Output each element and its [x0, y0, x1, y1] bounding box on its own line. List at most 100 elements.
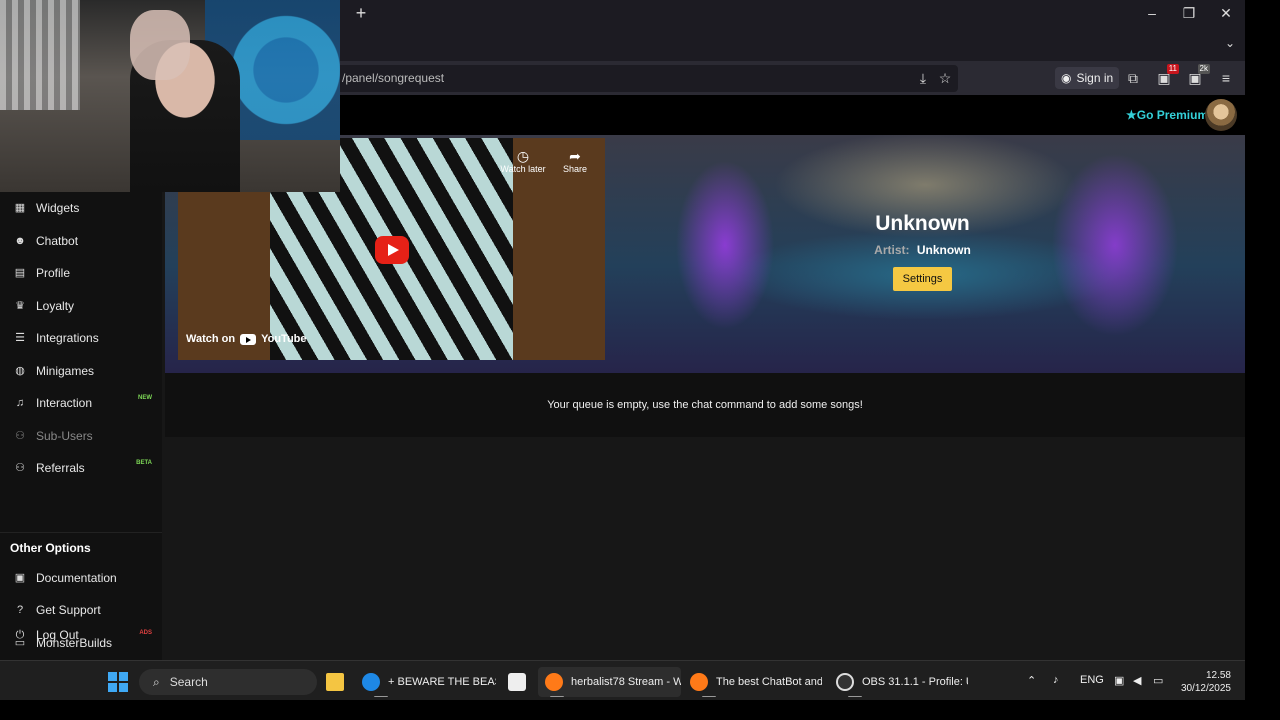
users-icon: ⚇	[15, 462, 25, 474]
battery-icon[interactable]: ▭	[1153, 674, 1163, 687]
webcam-background	[0, 0, 80, 110]
sidebar-item-label: Get Support	[36, 603, 101, 617]
taskbar-app-label: herbalist78 Stream - Wa	[571, 676, 681, 688]
webcam-hand	[130, 10, 190, 80]
clock[interactable]: 12.58 30/12/2025	[1176, 669, 1231, 695]
new-badge: NEW	[138, 395, 152, 401]
play-icon[interactable]	[375, 236, 409, 264]
webcam-overlay	[0, 0, 340, 192]
extension-twitch-icon[interactable]: ▣ 2k	[1186, 64, 1210, 87]
artist-name: Unknown	[916, 243, 971, 257]
taskbar-app-label: + BEWARE THE BEAST - I	[388, 676, 496, 688]
sidebar-item-sub-users[interactable]: ⚇ Sub-Users	[0, 421, 162, 451]
sidebar-item-chatbot[interactable]: ☻ Chatbot	[0, 226, 162, 256]
obs-icon	[836, 673, 854, 691]
store-icon[interactable]	[508, 667, 530, 697]
user-avatar[interactable]	[1205, 99, 1237, 131]
song-queue: Your queue is empty, use the chat comman…	[165, 373, 1245, 437]
sidebar-item-referrals[interactable]: ⚇ Referrals BETA	[0, 453, 162, 483]
share-button[interactable]: ➦ Share	[550, 148, 600, 174]
other-options-heading: Other Options	[0, 532, 162, 562]
question-icon: ?	[16, 604, 24, 616]
share-label: Share	[562, 164, 588, 174]
sidebar-item-label: Minigames	[36, 364, 95, 378]
running-indicator	[702, 696, 716, 697]
search-icon: ⌕	[153, 674, 160, 689]
sidebar-item-label: Documentation	[36, 571, 117, 585]
sidebar-item-log-out[interactable]: ⏻ Log Out	[0, 620, 162, 650]
restore-button[interactable]: ❐	[1178, 4, 1200, 22]
volume-icon[interactable]: ◀	[1133, 674, 1141, 687]
taskbar-app-obs[interactable]: OBS 31.1.1 - Profile: Unti	[836, 667, 968, 697]
gamepad-icon: ◍	[15, 365, 25, 377]
file-explorer-icon[interactable]	[326, 667, 348, 697]
watch-on-label: Watch on	[186, 333, 236, 345]
extensions-icon[interactable]: ⧉	[1124, 69, 1142, 87]
taskbar-search-label: Search	[169, 675, 208, 689]
trophy-icon: ♛	[15, 300, 25, 312]
settings-button[interactable]: Settings	[892, 267, 953, 291]
id-card-icon: ▤	[14, 267, 26, 279]
share-icon: ➦	[569, 148, 581, 164]
sidebar-item-minigames[interactable]: ◍ Minigames	[0, 356, 162, 386]
sidebar-item-integrations[interactable]: ☰ Integrations	[0, 323, 162, 353]
taskbar-app-edge[interactable]: + BEWARE THE BEAST - I	[362, 667, 496, 697]
sidebar-item-widgets[interactable]: ▦ Widgets	[0, 193, 162, 223]
artist-line: Artist: Unknown	[825, 243, 1020, 257]
address-bar[interactable]: /panel/songrequest ⤓ ☆	[240, 65, 958, 92]
sidebar-item-label: Sub-Users	[36, 429, 93, 443]
go-premium-link[interactable]: ★Go Premium	[1126, 108, 1208, 122]
new-tab-button[interactable]: +	[352, 3, 370, 23]
menu-icon[interactable]: ≡	[1217, 69, 1235, 87]
minimize-button[interactable]: –	[1141, 4, 1163, 22]
sidebar-item-loyalty[interactable]: ♛ Loyalty	[0, 291, 162, 321]
queue-empty-message: Your queue is empty, use the chat comman…	[547, 399, 863, 411]
sidebar-item-label: Log Out	[36, 628, 79, 642]
youtube-label: YouTube	[261, 333, 307, 345]
youtube-logo-icon	[240, 333, 257, 345]
close-window-button[interactable]: ✕	[1215, 4, 1237, 22]
extension-notifications-icon[interactable]: ▣ 11	[1155, 64, 1179, 87]
network-icon[interactable]: ▣	[1114, 674, 1124, 687]
taskbar-app-firefox[interactable]: The best ChatBot and W	[690, 667, 822, 697]
taskbar-app-label: OBS 31.1.1 - Profile: Unti	[862, 676, 968, 688]
edge-icon	[362, 673, 380, 691]
screen-bottom-edge	[0, 700, 1280, 720]
clock-icon: ◷	[516, 148, 530, 164]
sidebar: ▦ Widgets ☻ Chatbot ▤ Profile ♛ Loyalty …	[0, 135, 162, 660]
sidebar-item-label: Chatbot	[36, 234, 79, 248]
taskbar: ⌕ Search + BEWARE THE BEAST - I herbalis…	[0, 660, 1245, 700]
sign-in-label: Sign in	[1076, 71, 1114, 85]
artist-label: Artist:	[874, 243, 910, 257]
bookmark-star-icon[interactable]: ☆	[936, 69, 954, 87]
running-indicator	[374, 696, 388, 697]
song-title: Unknown	[875, 212, 970, 235]
running-indicator	[848, 696, 862, 697]
sidebar-item-profile[interactable]: ▤ Profile	[0, 258, 162, 288]
power-icon: ⏻	[15, 629, 25, 641]
scroll-icon: ▣	[14, 572, 26, 584]
watch-later-button[interactable]: ◷ Watch later	[498, 148, 548, 174]
sidebar-item-label: Interaction	[36, 396, 93, 410]
main-content: ◷ Watch later ➦ Share Watch on YouTube U…	[165, 135, 1245, 660]
running-indicator	[550, 696, 564, 697]
windows-start-icon[interactable]	[108, 672, 128, 692]
language-indicator[interactable]: ENG	[1080, 674, 1104, 686]
sidebar-item-documentation[interactable]: ▣ Documentation	[0, 563, 162, 593]
save-page-icon[interactable]: ⤓	[914, 69, 932, 87]
url-text: /panel/songrequest	[342, 71, 445, 85]
list-all-tabs-button[interactable]: ⌄	[1225, 36, 1235, 50]
taskbar-search[interactable]: ⌕ Search	[139, 669, 317, 695]
watch-on-youtube-link[interactable]: Watch on YouTube	[186, 333, 307, 345]
notification-badge: 2k	[1197, 64, 1210, 74]
tray-overflow-icon[interactable]: ⌃	[1027, 674, 1036, 687]
sidebar-item-interaction[interactable]: ♫ Interaction NEW	[0, 388, 162, 418]
microphone-icon[interactable]: ♪	[1053, 674, 1059, 686]
taskbar-app-firefox-active[interactable]: herbalist78 Stream - Wa	[538, 667, 681, 697]
firefox-icon	[545, 673, 563, 691]
music-icon: ♫	[15, 397, 25, 409]
sign-in-button[interactable]: ◉ Sign in	[1055, 67, 1120, 89]
clock-date: 30/12/2025	[1180, 683, 1231, 694]
grid-icon: ▦	[14, 202, 26, 214]
clock-time: 12.58	[1205, 670, 1231, 681]
